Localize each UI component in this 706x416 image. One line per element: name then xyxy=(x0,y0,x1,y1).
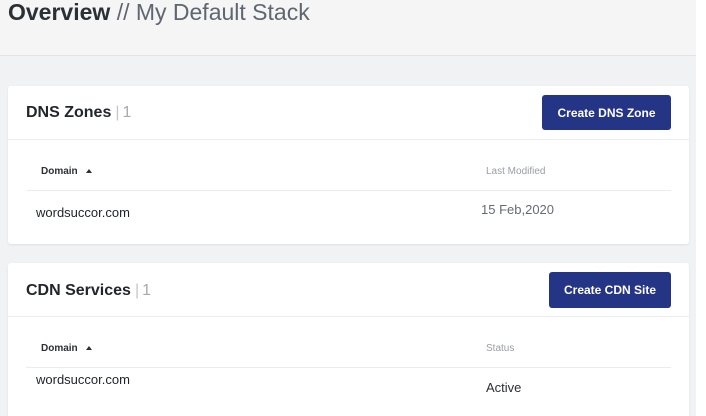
page-title: Overview // My Default Stack xyxy=(8,0,310,28)
sort-ascending-icon[interactable] xyxy=(85,346,92,350)
dns-domain-column-header[interactable]: Domain xyxy=(41,166,92,177)
dns-row-domain[interactable]: wordsuccor.com xyxy=(36,205,130,220)
cdn-services-count: 1 xyxy=(142,282,152,299)
cdn-domain-column-header[interactable]: Domain xyxy=(41,343,92,354)
cdn-domain-column-label: Domain xyxy=(41,343,78,354)
dns-zones-count: 1 xyxy=(122,104,132,121)
page-title-stack-name: My Default Stack xyxy=(135,0,310,25)
dns-last-modified-column-header: Last Modified xyxy=(486,166,546,177)
dns-row-last-modified: 15 Feb,2020 xyxy=(481,202,555,217)
dns-zones-title-separator: | xyxy=(115,104,120,121)
create-dns-zone-button[interactable]: Create DNS Zone xyxy=(542,95,671,130)
dns-zones-title: DNS Zones | 1 xyxy=(26,104,131,122)
cdn-row-domain[interactable]: wordsuccor.com xyxy=(36,372,130,387)
page-header: Overview // My Default Stack xyxy=(0,0,696,56)
cdn-services-card-header: CDN Services | 1 Create CDN Site xyxy=(8,263,689,317)
cdn-services-title-text: CDN Services xyxy=(26,282,131,299)
dns-zones-card-header: DNS Zones | 1 Create DNS Zone xyxy=(8,86,689,140)
scroll-gutter xyxy=(696,0,706,416)
dns-domain-column-label: Domain xyxy=(41,166,78,177)
dns-table-divider xyxy=(26,190,671,191)
cdn-row-status: Active xyxy=(486,380,522,395)
page-title-overview: Overview xyxy=(8,0,111,25)
create-cdn-site-button[interactable]: Create CDN Site xyxy=(549,272,671,308)
cdn-status-column-header: Status xyxy=(486,343,515,354)
cdn-services-title: CDN Services | 1 xyxy=(26,282,151,300)
dns-zones-card: DNS Zones | 1 Create DNS Zone Domain Last … xyxy=(8,86,689,244)
page-title-separator: // xyxy=(116,0,130,25)
cdn-services-title-separator: | xyxy=(134,282,140,299)
dns-zones-title-text: DNS Zones xyxy=(26,104,112,121)
sort-ascending-icon[interactable] xyxy=(85,169,92,173)
cdn-table-divider xyxy=(26,367,671,368)
cdn-services-card: CDN Services | 1 Create CDN Site Domain St… xyxy=(8,263,689,416)
